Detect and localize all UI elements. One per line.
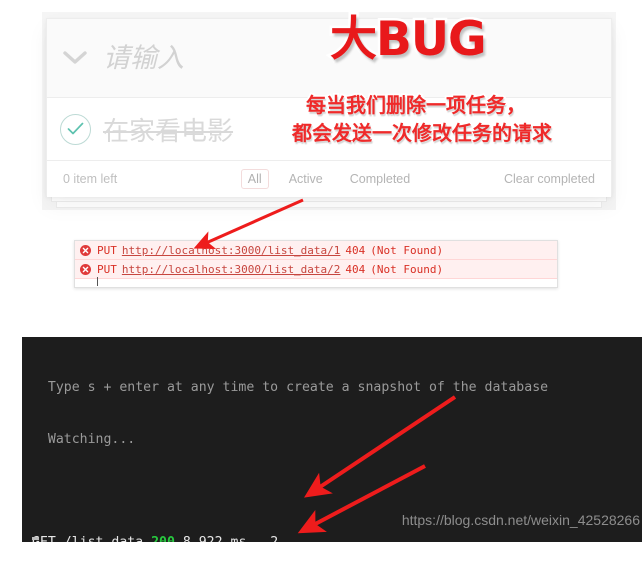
todo-toggle-checkbox[interactable] xyxy=(47,98,103,160)
annotation-title: 大BUG xyxy=(328,12,490,67)
console-status-message: (Not Found) xyxy=(370,243,444,257)
console-status-code: 404 xyxy=(345,243,366,257)
console-error-row[interactable]: PUT http://localhost:3000/list_data/1 40… xyxy=(75,241,557,260)
console-status-message: (Not Found) xyxy=(370,262,444,276)
terminal-header-line: Watching... xyxy=(32,432,136,448)
console-error-row[interactable]: PUT http://localhost:3000/list_data/2 40… xyxy=(75,260,557,279)
terminal-log-method: GET /list_data xyxy=(32,535,151,542)
watermark: https://blog.csdn.net/weixin_42528266 xyxy=(401,512,640,528)
console-url[interactable]: http://localhost:3000/list_data/1 xyxy=(122,244,341,257)
console-url[interactable]: http://localhost:3000/list_data/2 xyxy=(122,263,341,276)
terminal-log-lines: GET /list_data 200 8.922 ms – 2POST /lis… xyxy=(32,534,642,542)
todo-item-label: 在家看电影 xyxy=(103,116,234,146)
check-icon xyxy=(59,113,91,145)
filter-all[interactable]: All xyxy=(240,169,269,189)
browser-console-panel: PUT http://localhost:3000/list_data/1 40… xyxy=(74,240,558,288)
new-todo-row xyxy=(47,19,611,98)
error-icon xyxy=(80,263,91,275)
terminal-log-timing: 8.922 ms – 2 xyxy=(175,535,278,542)
console-input-caret xyxy=(97,277,98,286)
annotation-line-2: 都会发送一次修改任务的请求 xyxy=(290,120,554,147)
console-method: PUT xyxy=(97,262,117,276)
chevron-down-icon[interactable] xyxy=(47,19,103,97)
error-icon xyxy=(80,244,91,256)
console-status-code: 404 xyxy=(345,262,366,276)
annotation-line-1: 每当我们删除一项任务， xyxy=(304,92,528,119)
console-method: PUT xyxy=(97,243,117,257)
filter-active[interactable]: Active xyxy=(282,169,330,189)
terminal-log-line: GET /list_data 200 8.922 ms – 2 xyxy=(32,534,642,542)
todo-footer: 0 item left All Active Completed Clear c… xyxy=(47,161,611,197)
terminal-cursor xyxy=(32,537,39,540)
terminal-log-status: 200 xyxy=(151,535,175,542)
todo-app: 在家看电影 0 item left All Active Completed C… xyxy=(42,12,616,210)
terminal-header-line: Type s + enter at any time to create a s… xyxy=(32,380,549,396)
terminal-window: Type s + enter at any time to create a s… xyxy=(22,337,642,542)
clear-completed-button[interactable]: Clear completed xyxy=(504,172,595,186)
filter-completed[interactable]: Completed xyxy=(343,169,417,189)
